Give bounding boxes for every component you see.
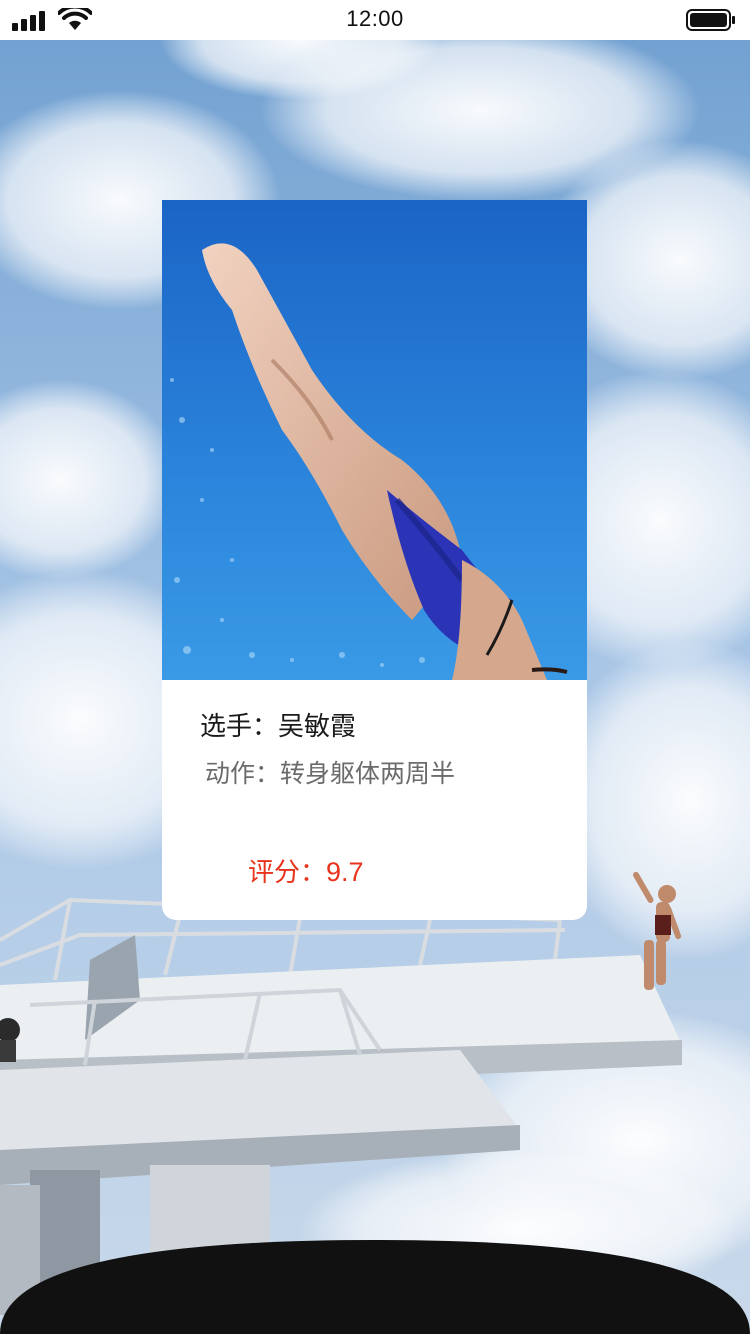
move-name: 转身躯体两周半 xyxy=(280,759,456,788)
athlete-info: 选手：吴敏霞 xyxy=(200,706,356,743)
athlete-name: 吴敏霞 xyxy=(278,712,357,742)
battery-icon xyxy=(686,9,735,31)
app-screen: 12:00 选手：吴敏霞 动作：转身躯体两周半 评分：9.7 xyxy=(0,0,750,1334)
status-bar: 12:00 xyxy=(0,0,750,40)
athlete-label: 选手： xyxy=(200,712,279,742)
score-info: 评分：9.7 xyxy=(248,852,364,889)
athlete-card[interactable]: 选手：吴敏霞 动作：转身躯体两周半 评分：9.7 xyxy=(162,200,587,920)
score-value: 9.7 xyxy=(326,857,364,887)
score-label: 评分： xyxy=(248,858,327,888)
bottom-curved-bar xyxy=(0,1240,750,1334)
move-label: 动作： xyxy=(205,759,281,788)
diver-photo xyxy=(162,200,587,680)
move-info: 动作：转身躯体两周半 xyxy=(205,754,455,790)
status-time: 12:00 xyxy=(346,6,404,31)
